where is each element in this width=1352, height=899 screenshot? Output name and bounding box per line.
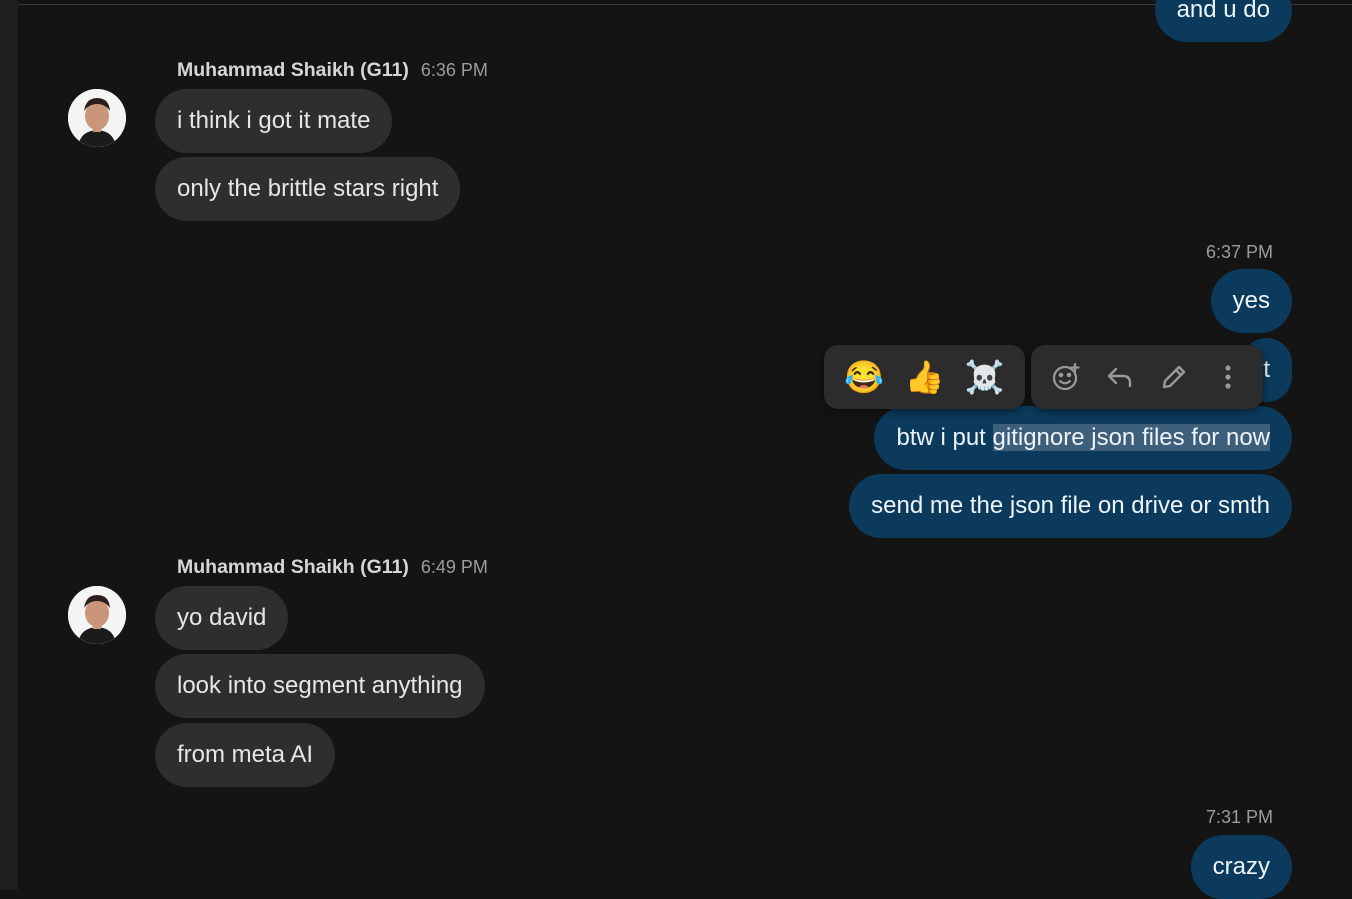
message-header: Muhammad Shaikh (G11) 6:36 PM bbox=[177, 59, 488, 82]
outgoing-message[interactable]: yes bbox=[1210, 269, 1292, 333]
message-timestamp: 7:31 PM bbox=[1205, 807, 1273, 827]
message-timestamp: 6:37 PM bbox=[1205, 242, 1273, 262]
edit-icon[interactable] bbox=[1154, 357, 1194, 397]
message-text: btw i put bbox=[896, 424, 993, 451]
avatar[interactable] bbox=[68, 89, 126, 147]
message-actions-bar bbox=[1031, 345, 1263, 409]
reaction-skull[interactable]: ☠️ bbox=[965, 361, 1005, 393]
incoming-message[interactable]: from meta AI bbox=[155, 723, 336, 787]
sender-name: Muhammad Shaikh (G11) bbox=[177, 556, 409, 578]
reaction-laughing[interactable]: 😂 bbox=[844, 361, 884, 393]
outgoing-message[interactable]: btw i put gitignore json files for now bbox=[874, 406, 1292, 470]
left-rail bbox=[0, 0, 18, 890]
avatar[interactable] bbox=[68, 586, 126, 644]
quick-reactions-bar: 😂 👍 ☠️ bbox=[824, 345, 1025, 409]
add-reaction-icon[interactable] bbox=[1046, 357, 1086, 397]
outgoing-message[interactable]: send me the json file on drive or smth bbox=[849, 474, 1292, 538]
outgoing-message[interactable]: and u do bbox=[1154, 0, 1292, 42]
reply-icon[interactable] bbox=[1100, 357, 1140, 397]
incoming-message[interactable]: look into segment anything bbox=[155, 654, 485, 718]
message-timestamp: 6:36 PM bbox=[420, 60, 488, 80]
sender-name: Muhammad Shaikh (G11) bbox=[177, 59, 409, 81]
outgoing-message[interactable]: crazy bbox=[1190, 835, 1292, 899]
incoming-message[interactable]: i think i got it mate bbox=[155, 89, 393, 153]
incoming-message[interactable]: only the brittle stars right bbox=[155, 157, 461, 221]
reaction-thumbs-up[interactable]: 👍 bbox=[905, 361, 945, 393]
message-timestamp: 6:49 PM bbox=[420, 557, 488, 577]
selected-text: gitignore json files for now bbox=[992, 424, 1270, 451]
chat-thread: and u do Muhammad Shaikh (G11) 6:36 PM i … bbox=[18, 0, 1352, 899]
incoming-message[interactable]: yo david bbox=[155, 586, 289, 650]
message-header: Muhammad Shaikh (G11) 6:49 PM bbox=[177, 556, 488, 579]
more-options-icon[interactable] bbox=[1208, 357, 1248, 397]
